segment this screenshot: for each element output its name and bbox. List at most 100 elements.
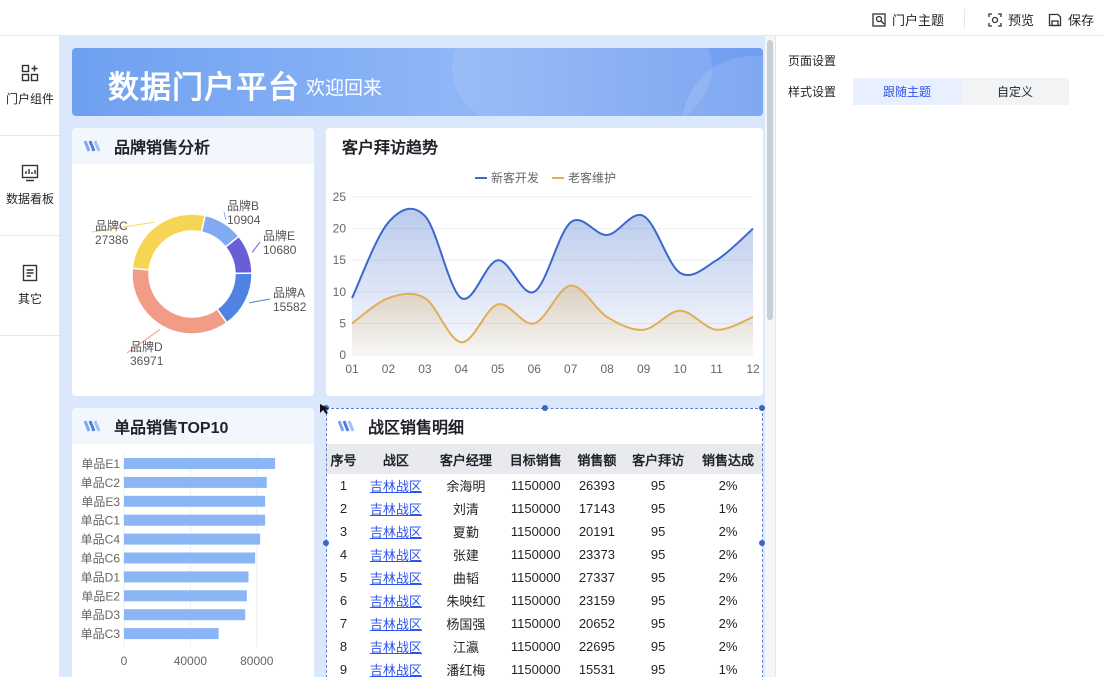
slice-value-label: 27386 xyxy=(95,233,129,247)
table-cell: 1% xyxy=(718,662,738,677)
legend-label: 老客维护 xyxy=(568,170,616,185)
table-cell: 1% xyxy=(718,501,738,516)
category-label: 单品C3 xyxy=(81,627,121,641)
table-row: 7 吉林战区 杨国强 1150000 20652 95 2% xyxy=(326,612,763,635)
visit-trend-card[interactable]: 客户拜访趋势 0 5 10 15 20 25 01 02 03 04 05 06 07 08 09 10 11 1… xyxy=(326,128,763,396)
region-sales-table: 序号 战区 客户经理 目标销售 销售额 客户拜访 销售达成 1 吉林战区 余海明 1150000 2… xyxy=(326,444,763,677)
table-row: 4 吉林战区 张建 1150000 23373 95 2% xyxy=(326,543,763,566)
custom-option[interactable]: 自定义 xyxy=(961,78,1069,105)
card-header: 单品销售TOP10 xyxy=(72,408,314,444)
table-row: 3 吉林战区 夏勤 1150000 20191 95 2% xyxy=(326,520,763,543)
page-settings-label: 页面设置 xyxy=(788,54,837,68)
x-tick-label: 11 xyxy=(710,362,723,376)
slice-name-label: 品牌C xyxy=(95,219,128,233)
table-cell: 95 xyxy=(650,501,666,516)
nav-other[interactable]: 其它 xyxy=(0,236,60,336)
x-tick-label: 80000 xyxy=(240,654,274,668)
bar xyxy=(124,609,246,621)
brand-sales-card[interactable]: 品牌销售分析 品牌B 10904 品牌E 10680 品牌A 15582 品牌D 36971 品… xyxy=(72,128,314,396)
bar xyxy=(124,628,219,640)
table-cell: 8 xyxy=(339,639,348,654)
y-tick-label: 15 xyxy=(333,253,347,267)
region-link[interactable]: 吉林战区 xyxy=(370,525,422,540)
bar-chart[interactable]: 单品E1 单品C2 单品E3 单品C1 单品C4 单品C6 单品D1 单品E2 单品D3 单品C3… xyxy=(72,444,314,677)
table-row: 8 吉林战区 江瀛 1150000 22695 95 2% xyxy=(326,635,763,658)
table-cell: 20191 xyxy=(578,524,615,539)
table-cell: 吉林战区 xyxy=(361,589,431,612)
table-cell: 95 xyxy=(650,478,666,493)
region-link[interactable]: 吉林战区 xyxy=(370,479,422,494)
table-cell: 2% xyxy=(718,570,738,585)
preview-icon xyxy=(988,12,1002,27)
table-cell: 95 xyxy=(650,616,666,631)
table-row: 5 吉林战区 曲韬 1150000 27337 95 2% xyxy=(326,566,763,589)
preview-button[interactable]: 预览 xyxy=(988,10,1034,29)
y-tick-label: 25 xyxy=(333,190,347,204)
nav-portal-components[interactable]: 门户组件 xyxy=(0,36,60,136)
theme-icon xyxy=(872,12,886,27)
table-cell: 7 xyxy=(339,616,348,631)
bar xyxy=(124,590,247,602)
table-cell: 27337 xyxy=(578,570,615,585)
table-cell: 3 xyxy=(339,524,348,539)
legend-label: 新客开发 xyxy=(491,170,539,185)
banner-title: 数据门户平台 xyxy=(108,70,300,105)
table-cell: 95 xyxy=(650,593,666,608)
table-cell: 1150000 xyxy=(510,547,561,562)
donut-chart[interactable]: 品牌B10904品牌E10680 品牌A15582 品牌D36971 品牌C27386 xyxy=(72,164,314,396)
nav-label: 门户组件 xyxy=(5,92,54,106)
follow-theme-option[interactable]: 跟随主题 xyxy=(853,78,961,105)
table-cell: 张建 xyxy=(452,548,479,563)
bar xyxy=(124,552,256,564)
region-link[interactable]: 吉林战区 xyxy=(370,548,422,563)
scroll-thumb[interactable] xyxy=(767,40,773,320)
region-link[interactable]: 吉林战区 xyxy=(370,502,422,517)
table-cell: 95 xyxy=(650,639,666,654)
table-cell: 20652 xyxy=(578,616,615,631)
nav-dashboard[interactable]: 数据看板 xyxy=(0,136,60,236)
brand-logo-icon xyxy=(338,420,355,432)
x-tick-label: 0 xyxy=(121,654,128,668)
table-cell: 26393 xyxy=(578,478,615,493)
table-cell: 2% xyxy=(718,547,738,562)
card-title: 客户拜访趋势 xyxy=(342,140,439,157)
category-label: 单品D3 xyxy=(81,608,121,622)
bar xyxy=(124,514,266,526)
table-cell: 1150000 xyxy=(510,639,561,654)
table-cell: 潘红梅 xyxy=(446,663,486,677)
x-tick-label: 04 xyxy=(455,362,469,376)
region-link[interactable]: 吉林战区 xyxy=(370,617,422,632)
top10-card[interactable]: 单品销售TOP10 单品E1 单品C2 单品E3 单品C1 单品C4 单品C6 单品D1 单品… xyxy=(72,408,314,677)
table-cell: 95 xyxy=(650,662,666,677)
x-tick-label: 05 xyxy=(491,362,505,376)
table-cell: 95 xyxy=(650,524,666,539)
table-cell: 5 xyxy=(339,570,348,585)
table-cell: 吉林战区 xyxy=(361,520,431,543)
save-button[interactable]: 保存 xyxy=(1048,10,1094,29)
category-label: 单品C6 xyxy=(81,552,121,566)
bar xyxy=(124,571,249,583)
table-cell: 2% xyxy=(718,524,738,539)
card-header: 战区销售明细 xyxy=(326,408,763,444)
line-chart[interactable]: 051015202501 02 03 04 05 06 07 08 09 10 11 12新客开发 老客… xyxy=(326,164,763,396)
region-link[interactable]: 吉林战区 xyxy=(370,663,422,677)
region-link[interactable]: 吉林战区 xyxy=(370,571,422,586)
slice-name-label: 品牌B xyxy=(227,199,259,213)
table-row: 1 吉林战区 余海明 1150000 26393 95 2% xyxy=(326,474,763,497)
x-tick-label: 02 xyxy=(382,362,396,376)
theme-button[interactable]: 门户主题 xyxy=(872,10,944,29)
donut-slice xyxy=(131,267,228,335)
slice-value-label: 10904 xyxy=(227,213,261,227)
x-tick-label: 40000 xyxy=(174,654,208,668)
region-link[interactable]: 吉林战区 xyxy=(370,640,422,655)
card-header: 客户拜访趋势 xyxy=(326,128,763,164)
save-label: 保存 xyxy=(1068,13,1095,28)
preview-label: 预览 xyxy=(1008,13,1035,28)
region-link[interactable]: 吉林战区 xyxy=(370,594,422,609)
slice-value-label: 10680 xyxy=(263,243,297,257)
region-sales-card[interactable]: 战区销售明细 序号 战区 客户经理 目标销售 销售额 客户拜访 销售达成 1 吉林战区 余海明 1… xyxy=(326,408,763,677)
y-tick-label: 5 xyxy=(339,316,346,330)
table-row: 2 吉林战区 刘清 1150000 17143 95 1% xyxy=(326,497,763,520)
category-label: 单品E1 xyxy=(81,457,120,471)
canvas-scrollbar[interactable] xyxy=(765,36,775,677)
